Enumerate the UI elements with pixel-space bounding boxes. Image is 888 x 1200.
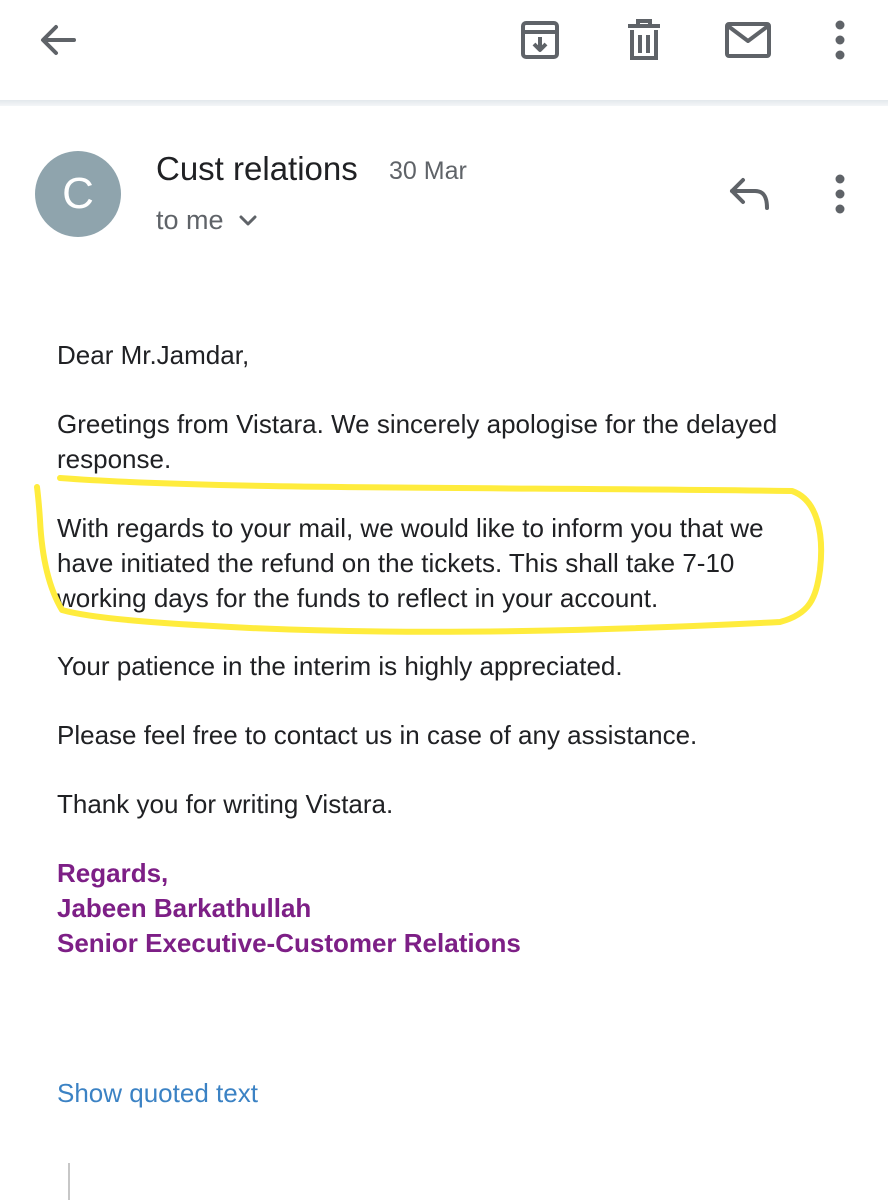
body-paragraph-2: With regards to your mail, we would like… (57, 511, 837, 616)
greeting-text: Dear Mr.Jamdar, (57, 340, 250, 370)
body-paragraph-3: Your patience in the interim is highly a… (57, 651, 623, 681)
mail-icon (725, 22, 771, 58)
toolbar-divider (0, 100, 888, 106)
signature-title: Senior Executive-Customer Relations (57, 928, 521, 958)
show-quoted-text-link[interactable]: Show quoted text (57, 1078, 258, 1109)
delete-button[interactable] (614, 10, 674, 70)
mark-unread-button[interactable] (718, 10, 778, 70)
back-arrow-icon (41, 25, 76, 55)
delete-icon (628, 19, 660, 60)
signature-name: Jabeen Barkathullah (57, 893, 312, 923)
archive-button[interactable] (510, 10, 570, 70)
sender-avatar[interactable]: C (35, 151, 121, 237)
more-vert-icon (835, 174, 845, 214)
recipient-label: to me (156, 205, 224, 235)
body-paragraph-5: Thank you for writing Vistara. (57, 789, 394, 819)
back-button[interactable] (28, 10, 88, 70)
more-options-button[interactable] (810, 10, 870, 70)
email-view: C Cust relations 30 Mar to me Dear Mr.Ja… (0, 0, 888, 1200)
top-toolbar (0, 0, 888, 100)
body-line: Greetings from Vistara. We sincerely apo… (57, 409, 778, 439)
message-date: 30 Mar (389, 157, 467, 185)
recipient-details-toggle[interactable]: to me (156, 205, 258, 236)
reply-icon (730, 178, 769, 210)
archive-icon (521, 21, 559, 59)
quote-bar (68, 1163, 70, 1200)
body-line: response. (57, 444, 172, 474)
more-vert-icon (835, 20, 845, 60)
signature-line-1: Regards, (57, 858, 169, 888)
message-more-button[interactable] (812, 166, 868, 222)
body-line: With regards to your mail, we would like… (57, 513, 764, 543)
body-paragraph-1: Greetings from Vistara. We sincerely apo… (57, 407, 837, 477)
body-line: have initiated the refund on the tickets… (57, 548, 735, 578)
reply-button[interactable] (722, 166, 778, 222)
avatar-letter: C (62, 169, 94, 218)
chevron-down-icon (239, 215, 257, 225)
sender-name: Cust relations (156, 150, 358, 187)
body-paragraph-4: Please feel free to contact us in case o… (57, 720, 698, 750)
body-line: working days for the funds to reflect in… (57, 583, 659, 613)
